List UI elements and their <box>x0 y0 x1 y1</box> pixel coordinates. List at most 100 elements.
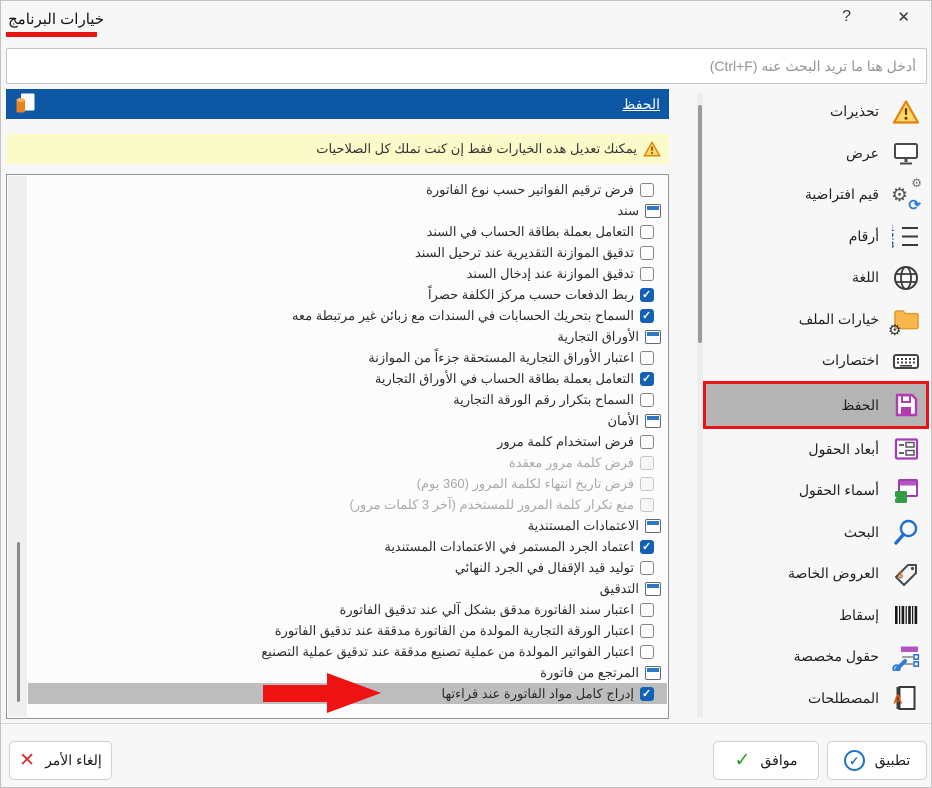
list-group-label: الأمان <box>608 413 640 429</box>
sidebar-item-file-options[interactable]: ⚙ خيارات الملف <box>703 298 929 339</box>
list-item-label: اعتبار سند الفاتورة مدقق بشكل آلي عند تد… <box>340 602 634 618</box>
list-item[interactable]: تدقيق الموازنة عند إدخال السند <box>28 263 667 284</box>
cancel-button[interactable]: ✕ إلغاء الأمر <box>9 741 112 780</box>
program-options-dialog: خيارات البرنامج ? ✕ الحفظ يمكنك تعديل هذ… <box>0 0 932 788</box>
sidebar-item-label: اللغة <box>852 269 879 286</box>
gears-refresh-icon: ⚙ ⚙ ⟳ <box>891 180 921 210</box>
sidebar-item-shortcuts[interactable]: اختصارات <box>703 340 929 381</box>
checkbox-unchecked-icon[interactable] <box>640 246 654 260</box>
list-item-label: ربط الدفعات حسب مركز الكلفة حصراً <box>428 287 634 303</box>
list-item[interactable]: اعتبار الورقة التجارية المولدة من الفاتو… <box>28 620 667 641</box>
checkbox-unchecked-icon[interactable] <box>640 435 654 449</box>
list-item-label: اعتماد الجرد المستمر في الاعتمادات المست… <box>384 539 634 555</box>
checkbox-checked-icon[interactable] <box>640 288 654 302</box>
price-tag-icon: $ <box>891 559 921 589</box>
list-item[interactable]: التعامل بعملة بطاقة الحساب في الأوراق ال… <box>28 368 667 389</box>
list-item-label: السماح بتكرار رقم الورقة التجارية <box>453 392 634 408</box>
checkbox-checked-icon[interactable] <box>640 540 654 554</box>
globe-icon <box>891 263 921 293</box>
cancel-button-label: إلغاء الأمر <box>45 752 102 769</box>
permissions-warning-bar: يمكنك تعديل هذه الخيارات فقط إن كنت تملك… <box>6 134 669 164</box>
apply-button[interactable]: ✓ تطبيق <box>827 741 927 780</box>
checkbox-unchecked-icon[interactable] <box>640 624 654 638</box>
sidebar-item-label: أسماء الحقول <box>799 482 879 499</box>
field-names-icon: <> <box>891 476 921 506</box>
sidebar-item-default-values[interactable]: ⚙ ⚙ ⟳ قيم افتراضية <box>703 174 929 215</box>
list-item: فرض كلمة مرور معقدة <box>28 452 667 473</box>
sidebar-item-field-names[interactable]: <> أسماء الحقول <box>703 470 929 511</box>
close-button[interactable]: ✕ <box>897 8 910 26</box>
svg-text:$: $ <box>898 570 903 580</box>
list-item[interactable]: تدقيق الموازنة التقديرية عند ترحيل السند <box>28 242 667 263</box>
sidebar-item-save[interactable]: الحفظ <box>703 381 929 428</box>
search-input[interactable] <box>6 48 927 84</box>
group-window-icon <box>645 204 661 218</box>
sidebar-item-terminology[interactable]: A المصطلحات <box>703 678 929 719</box>
sidebar-item-language[interactable]: اللغة <box>703 257 929 298</box>
checkbox-disabled-icon <box>640 477 654 491</box>
bottom-divider <box>1 723 932 724</box>
group-window-icon <box>645 582 661 596</box>
list-item-label: توليد قيد الإقفال في الجرد النهائي <box>455 560 634 576</box>
sidebar-item-search[interactable]: البحث <box>703 512 929 553</box>
list-item[interactable]: ربط الدفعات حسب مركز الكلفة حصراً <box>28 284 667 305</box>
checkbox-unchecked-icon[interactable] <box>640 351 654 365</box>
list-item-label: فرض ترقيم الفواتير حسب نوع الفاتورة <box>426 182 634 198</box>
apply-check-icon: ✓ <box>844 750 865 771</box>
list-group-label: الاعتمادات المستندية <box>528 518 639 534</box>
ok-button[interactable]: ✓ موافق <box>713 741 819 780</box>
sidebar-item-label: خيارات الملف <box>799 311 879 328</box>
list-group[interactable]: الأمان <box>28 410 667 431</box>
checkbox-unchecked-icon[interactable] <box>640 561 654 575</box>
sidebar-item-custom-fields[interactable]: حقول مخصصة <box>703 636 929 677</box>
list-item[interactable]: اعتبار الفواتير المولدة من عملية تصنيع م… <box>28 641 667 662</box>
list-item[interactable]: السماح بتحريك الحسابات في السندات مع زبا… <box>28 305 667 326</box>
checkbox-unchecked-icon[interactable] <box>640 393 654 407</box>
field-dimensions-icon <box>891 434 921 464</box>
list-item[interactable]: فرض استخدام كلمة مرور <box>28 431 667 452</box>
list-group[interactable]: الاعتمادات المستندية <box>28 515 667 536</box>
list-scrollbar-track[interactable] <box>8 176 27 717</box>
checkbox-unchecked-icon[interactable] <box>640 183 654 197</box>
list-item[interactable]: اعتبار سند الفاتورة مدقق بشكل آلي عند تد… <box>28 599 667 620</box>
magnifier-icon <box>891 517 921 547</box>
ok-button-label: موافق <box>760 752 797 769</box>
list-group-label: المرتجع من فاتورة <box>540 665 639 681</box>
section-header-label: الحفظ <box>622 96 660 113</box>
group-window-icon <box>645 666 661 680</box>
sidebar-item-display[interactable]: عرض <box>703 132 929 173</box>
list-group[interactable]: التدقيق <box>28 578 667 599</box>
checkbox-unchecked-icon[interactable] <box>640 267 654 281</box>
checkbox-checked-icon[interactable] <box>640 687 654 701</box>
sidebar-item-warnings[interactable]: تحذيرات <box>703 91 929 132</box>
checkbox-unchecked-icon[interactable] <box>640 225 654 239</box>
checkbox-disabled-icon <box>640 498 654 512</box>
svg-text:A: A <box>893 692 903 707</box>
list-group[interactable]: الأوراق التجارية <box>28 326 667 347</box>
list-item-label: اعتبار الفواتير المولدة من عملية تصنيع م… <box>261 644 634 660</box>
list-item[interactable]: فرض ترقيم الفواتير حسب نوع الفاتورة <box>28 179 667 200</box>
monitor-icon <box>891 138 921 168</box>
list-item[interactable]: اعتبار الأوراق التجارية المستحقة جزءاً م… <box>28 347 667 368</box>
section-header: الحفظ <box>6 89 669 119</box>
list-item[interactable]: اعتماد الجرد المستمر في الاعتمادات المست… <box>28 536 667 557</box>
list-group[interactable]: سند <box>28 200 667 221</box>
checkbox-checked-icon[interactable] <box>640 309 654 323</box>
list-item[interactable]: توليد قيد الإقفال في الجرد النهائي <box>28 557 667 578</box>
checkbox-unchecked-icon[interactable] <box>640 603 654 617</box>
sidebar-item-drop[interactable]: إسقاط <box>703 595 929 636</box>
list-item-label: إدراج كامل مواد الفاتورة عند قراءتها <box>442 686 635 702</box>
sidebar-item-numbers[interactable]: 123 أرقام <box>703 215 929 256</box>
checkbox-unchecked-icon[interactable] <box>640 645 654 659</box>
sidebar-scrollbar-thumb[interactable] <box>698 105 702 343</box>
red-underline-annotation <box>6 32 97 37</box>
sidebar-item-label: البحث <box>844 524 879 541</box>
list-item[interactable]: التعامل بعملة بطاقة الحساب في السند <box>28 221 667 242</box>
checkbox-checked-icon[interactable] <box>640 372 654 386</box>
list-item[interactable]: السماح بتكرار رقم الورقة التجارية <box>28 389 667 410</box>
sidebar-item-field-dimensions[interactable]: أبعاد الحقول <box>703 429 929 470</box>
help-button[interactable]: ? <box>842 8 851 26</box>
sidebar-item-special-offers[interactable]: $ العروض الخاصة <box>703 553 929 594</box>
warning-triangle-icon <box>643 140 661 158</box>
list-scrollbar-thumb[interactable] <box>17 542 20 702</box>
